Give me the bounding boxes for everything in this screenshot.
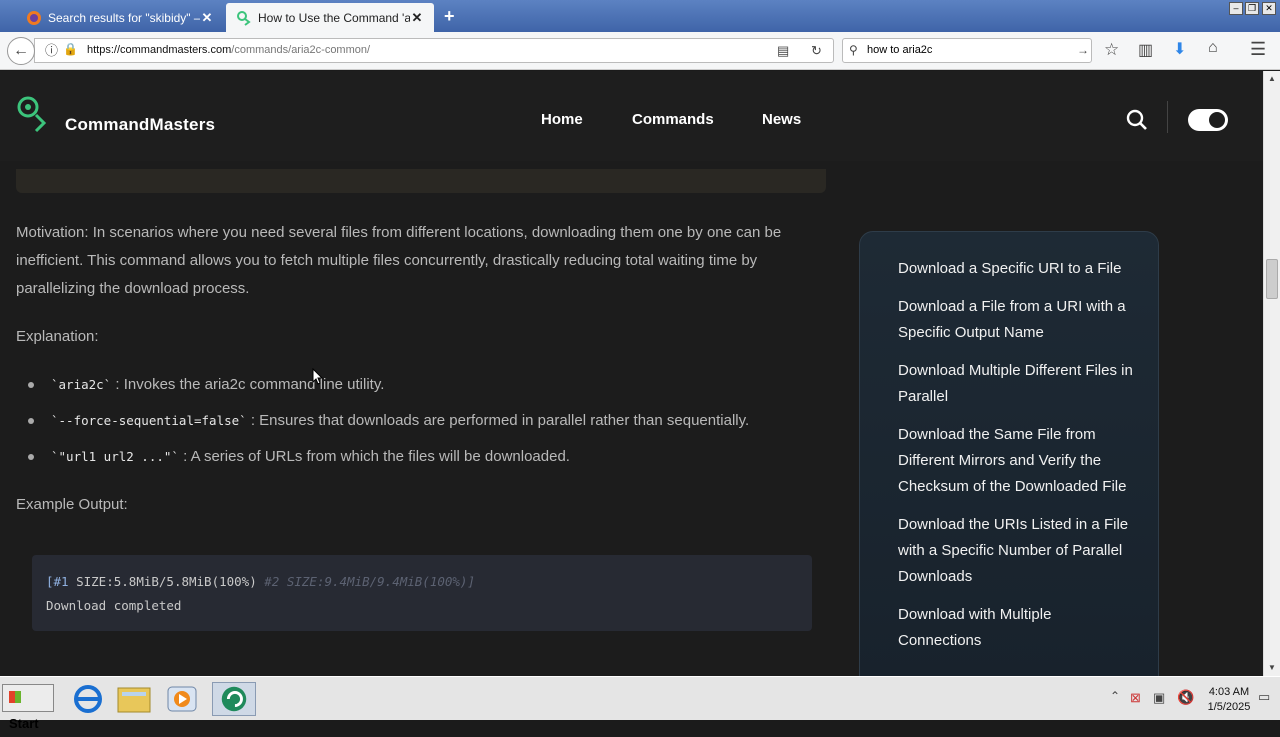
back-button-icon[interactable]: ← [7,37,35,65]
moon-icon [1209,112,1225,128]
notification-icon[interactable]: ▭ [1258,689,1270,705]
tab-aria2c-page[interactable]: How to Use the Command 'aria ✕ [226,3,434,32]
motivation-text: Motivation: In scenarios where you need … [16,224,782,297]
toc-link[interactable]: Download with Multiple Connections [898,602,1138,654]
info-icon[interactable]: ⓘ [45,39,58,62]
close-window-icon[interactable]: ✕ [1262,2,1276,15]
toc-link[interactable]: Download Multiple Different Files in Par… [898,358,1138,410]
minimize-icon[interactable]: – [1229,2,1243,15]
scrollbar-thumb[interactable] [1266,259,1278,299]
search-go-icon[interactable]: → [1077,39,1089,62]
page-scrollbar[interactable]: ▲ ▼ [1263,71,1280,676]
restore-icon[interactable]: ❐ [1245,2,1259,15]
site-logo-text[interactable]: CommandMasters [65,115,215,135]
nav-commands[interactable]: Commands [632,111,714,128]
tab-close-icon[interactable]: ✕ [200,10,214,26]
explanation-heading: Explanation: [16,328,99,345]
bookmark-star-icon[interactable]: ☆ [1104,40,1119,60]
reader-view-icon[interactable]: ▤ [777,39,789,62]
volume-muted-icon[interactable]: 🔇 [1177,689,1194,706]
reload-icon[interactable]: ↻ [811,39,822,62]
internet-explorer-icon[interactable] [66,682,110,716]
web-page: CommandMasters Home Commands News Motiva… [0,71,1263,676]
firefox-icon [27,10,41,25]
header-divider [1167,101,1168,133]
lock-icon: 🔒 [63,42,78,56]
search-bar[interactable]: ⚲ how to aria2c → [842,38,1092,63]
menu-icon[interactable]: ☰ [1250,39,1266,60]
start-button[interactable]: Start [2,684,54,731]
mouse-cursor-icon [312,368,324,385]
table-of-contents: Download a Specific URI to a File Downlo… [859,231,1159,676]
download-icon[interactable]: ⬇ [1173,39,1186,59]
commandmasters-logo-icon[interactable] [16,95,50,135]
windows-logo-icon [9,691,21,703]
search-icon: ⚲ [849,43,858,57]
list-item: `"url1 url2 ..."` : A series of URLs fro… [16,443,826,479]
toc-link[interactable]: Download the URIs Listed in a File with … [898,512,1138,590]
list-item: `aria2c` : Invokes the aria2c command li… [16,371,826,407]
url-bar[interactable]: ⓘ 🔒 https://commandmasters.com/commands/… [34,38,834,63]
tab-search-results[interactable]: Search results for "skibidy" – A ✕ [16,3,224,32]
new-tab-button[interactable]: + [444,6,455,27]
network-alert-icon[interactable]: ⊠ [1130,690,1141,706]
scroll-up-icon[interactable]: ▲ [1264,71,1280,87]
tab-title: Search results for "skibidy" – A [48,10,200,25]
example-output-code-block: [#1 SIZE:5.8MiB/5.8MiB(100%) #2 SIZE:9.4… [32,555,812,631]
commandmasters-favicon-icon [237,10,251,26]
nav-news[interactable]: News [762,111,801,128]
tab-close-icon[interactable]: ✕ [410,10,424,26]
url-text[interactable]: https://commandmasters.com/commands/aria… [87,39,370,62]
example-output-heading: Example Output: [16,496,128,513]
library-icon[interactable]: ▥ [1138,40,1153,60]
devices-icon[interactable]: ▣ [1153,690,1165,706]
toc-link[interactable]: Download a Specific URI to a File [898,256,1138,282]
search-icon[interactable] [1126,109,1148,131]
explanation-list: `aria2c` : Invokes the aria2c command li… [16,371,826,479]
code-block-previous [16,169,826,193]
windows-taskbar: Start ⌃ ⊠ ▣ 🔇 4:03 AM 1/5/2025 ▭ [0,676,1280,731]
home-icon[interactable]: ⌂ [1208,39,1218,57]
system-clock[interactable]: 4:03 AM 1/5/2025 [1205,685,1253,715]
dark-mode-toggle[interactable] [1188,109,1228,131]
toc-link[interactable]: Download a File from a URI with a Specif… [898,294,1138,346]
scroll-down-icon[interactable]: ▼ [1264,660,1280,676]
firefox-taskbar-icon[interactable] [212,682,256,716]
file-explorer-icon[interactable] [112,682,156,716]
browser-nav-bar: ⓘ 🔒 https://commandmasters.com/commands/… [0,32,1280,70]
search-input[interactable]: how to aria2c [867,39,932,62]
nav-home[interactable]: Home [541,111,583,128]
media-player-icon[interactable] [160,682,204,716]
tab-title: How to Use the Command 'aria [258,10,410,25]
browser-tab-bar: Search results for "skibidy" – A ✕ How t… [0,0,1280,32]
site-header: CommandMasters Home Commands News [0,71,1263,161]
show-hidden-icons-icon[interactable]: ⌃ [1110,689,1120,703]
list-item: `--force-sequential=false` : Ensures tha… [16,407,826,443]
toc-link[interactable]: Download the Same File from Different Mi… [898,422,1138,500]
